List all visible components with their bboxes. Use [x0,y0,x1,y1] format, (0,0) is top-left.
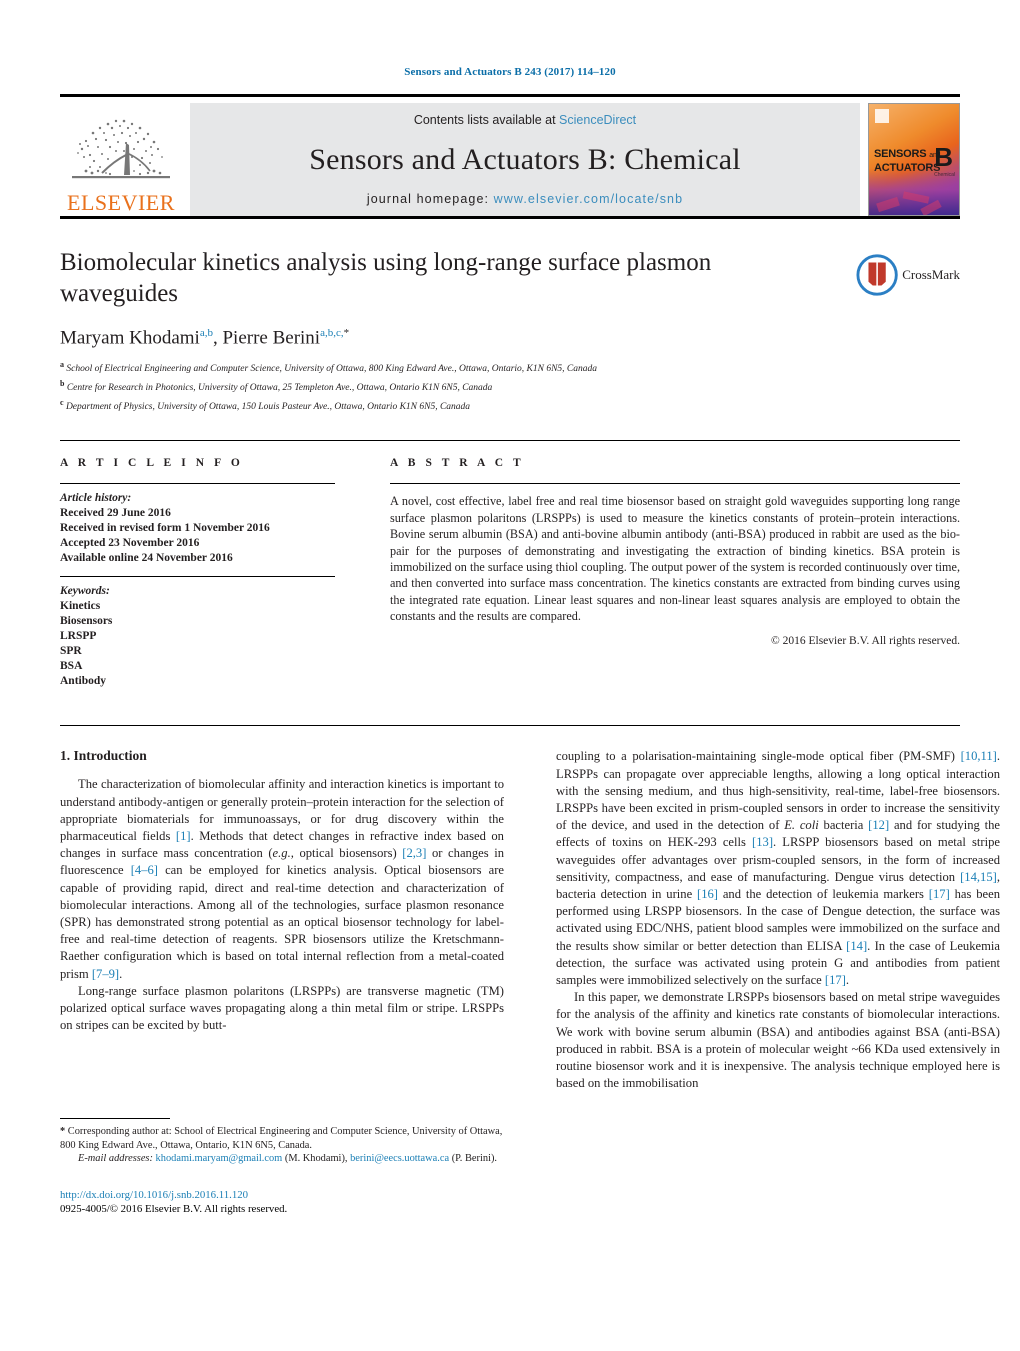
article-info-column: A R T I C L E I N F O Article history: R… [60,457,335,703]
journal-homepage-link[interactable]: www.elsevier.com/locate/snb [494,192,684,206]
elsevier-logo: ELSEVIER [60,103,182,216]
cover-line1: SENSORS [874,148,927,160]
paragraph: The characterization of biomolecular aff… [60,777,504,981]
paragraph: Long-range surface plasmon polaritons (L… [60,983,504,1033]
crossmark-icon [856,254,898,296]
keyword-item: Antibody [60,675,107,688]
article-info-heading: A R T I C L E I N F O [60,457,244,470]
keywords-title: Keywords: [60,585,110,598]
footnote-block: * Corresponding author at: School of Ele… [60,1118,504,1217]
contents-available-line: Contents lists available at ScienceDirec… [414,113,636,127]
elsevier-wordmark: ELSEVIER [67,190,175,215]
body-column-right: coupling to a polarisation-maintaining s… [556,748,1000,1092]
paragraph: coupling to a polarisation-maintaining s… [556,749,1000,987]
section-heading-introduction: 1. Introduction [60,748,147,764]
email-addresses-note: E-mail addresses: khodami.maryam@gmail.c… [78,1153,498,1165]
doi-block: http://dx.doi.org/10.1016/j.snb.2016.11.… [60,1188,504,1217]
history-item: Received 29 June 2016 [60,507,171,520]
journal-title: Sensors and Actuators B: Chemical [309,142,741,176]
affiliation-text: School of Electrical Engineering and Com… [66,364,598,375]
body-region: 1. Introduction The characterization of … [60,725,1000,1092]
doi-link[interactable]: http://dx.doi.org/10.1016/j.snb.2016.11.… [60,1188,504,1203]
keywords-block: Keywords: Kinetics Biosensors LRSPP SPR … [60,577,335,703]
author-list: Maryam Khodamia,b, Pierre Berinia,b,c,* [60,327,350,349]
body-column-left: 1. Introduction The characterization of … [60,748,504,1092]
elsevier-tree-icon [72,119,170,179]
running-head: Sensors and Actuators B 243 (2017) 114–1… [404,66,616,78]
affiliation-text: Department of Physics, University of Ott… [65,401,471,412]
homepage-prefix: journal homepage: [366,192,494,206]
masthead-bottom-rule [60,216,960,219]
affiliation-text: Centre for Research in Photonics, Univer… [66,383,493,394]
keyword-item: SPR [60,645,82,658]
abstract-text: A novel, cost effective, label free and … [390,494,960,624]
affiliations-block: a School of Electrical Engineering and C… [60,358,960,414]
page-title: Biomolecular kinetics analysis using lon… [60,249,712,307]
article-history-title: Article history: [60,492,132,505]
abstract-heading: A B S T R A C T [390,457,525,470]
cover-elsevier-mark [875,109,889,123]
footnote-rule [60,1118,170,1119]
title-block: Biomolecular kinetics analysis using lon… [60,247,960,414]
history-item: Available online 24 November 2016 [60,552,233,565]
journal-cover-thumbnail: SENSORS and ACTUATORS B Chemical [868,103,960,216]
paper-page: Sensors and Actuators B 243 (2017) 114–1… [0,0,1020,1351]
info-abstract-region: A R T I C L E I N F O Article history: R… [60,440,960,703]
affiliation-mark: b [60,378,65,388]
affiliation-item: b Centre for Research in Photonics, Univ… [60,377,960,396]
paragraph: In this paper, we demonstrate LRSPPs bio… [556,990,1000,1091]
keyword-item: BSA [60,660,83,673]
abstract-copyright: © 2016 Elsevier B.V. All rights reserved… [771,634,960,647]
article-history-block: Article history: Received 29 June 2016 R… [60,484,335,576]
cover-letter-b: B [934,142,953,172]
abstract-column: A B S T R A C T A novel, cost effective,… [335,457,960,703]
masthead-center-panel: Contents lists available at ScienceDirec… [190,103,860,216]
affiliation-item: c Department of Physics, University of O… [60,396,960,415]
affiliation-item: a School of Electrical Engineering and C… [60,358,960,377]
issn-copyright-line: 0925-4005/© 2016 Elsevier B.V. All right… [60,1203,288,1216]
keyword-item: LRSPP [60,630,97,643]
affiliation-mark: a [60,360,64,370]
keyword-item: Kinetics [60,600,101,613]
contents-prefix: Contents lists available at [413,113,560,127]
keyword-item: Biosensors [60,615,113,628]
crossmark-label: CrossMark [902,267,960,282]
history-item: Accepted 23 November 2016 [60,537,200,550]
corresponding-author-note: * Corresponding author at: School of Ele… [60,1126,503,1151]
sciencedirect-link[interactable]: ScienceDirect [559,113,636,127]
crossmark-badge[interactable]: CrossMark [856,249,960,301]
journal-masthead: ELSEVIER Contents lists available at Sci… [60,94,960,216]
history-item: Received in revised form 1 November 2016 [60,522,270,535]
journal-homepage-line: journal homepage: www.elsevier.com/locat… [367,192,683,206]
affiliation-mark: c [60,397,64,407]
